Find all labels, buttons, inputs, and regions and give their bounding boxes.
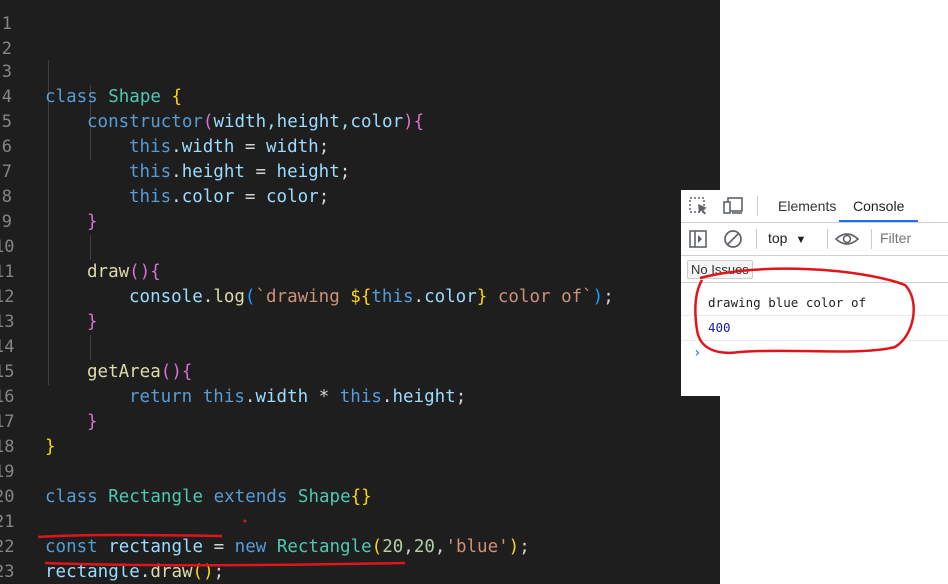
console-prompt[interactable]: › bbox=[681, 341, 948, 365]
devtools-panel: Elements Console top ▼ No Issues drawing … bbox=[681, 190, 948, 396]
device-toolbar-icon[interactable] bbox=[723, 196, 745, 216]
toolbar-divider bbox=[871, 229, 872, 249]
code-line[interactable]: 8 } bbox=[0, 160, 720, 232]
code-line[interactable]: 1 bbox=[0, 0, 720, 34]
console-number-output: 400 bbox=[708, 320, 731, 335]
code-line[interactable]: 14 getArea(){ bbox=[0, 310, 720, 382]
code-line[interactable]: 2 bbox=[0, 12, 720, 59]
inspect-element-icon[interactable] bbox=[688, 196, 710, 216]
line-number: 23 bbox=[0, 562, 15, 582]
prompt-chevron-icon: › bbox=[693, 345, 702, 361]
tab-console[interactable]: Console bbox=[839, 190, 919, 222]
eye-icon[interactable] bbox=[834, 229, 860, 249]
console-toolbar: top ▼ bbox=[681, 223, 948, 256]
code-line[interactable]: 6 this.height = height; bbox=[0, 110, 720, 182]
code-line[interactable]: 15 return this.width * this.height; bbox=[0, 335, 720, 407]
code-line[interactable]: 4 constructor(width,height,color){ bbox=[0, 60, 720, 132]
toolbar-divider bbox=[756, 229, 757, 249]
toolbar-divider bbox=[827, 229, 828, 249]
clear-console-icon[interactable] bbox=[722, 229, 744, 249]
code-line[interactable]: 7 this.color = color; bbox=[0, 135, 720, 207]
dropdown-arrow-icon: ▼ bbox=[795, 234, 807, 246]
code-editor[interactable]: 1 2 3 class Shape { 4 constructor(width,… bbox=[0, 0, 720, 584]
code-line[interactable]: 22 rectangle.draw(); bbox=[0, 510, 720, 582]
code-line[interactable]: 23 console.log(rectangle.getArea()); bbox=[0, 535, 720, 582]
console-log-text: drawing blue color of bbox=[708, 295, 867, 310]
code-line[interactable]: 21 const rectangle = new Rectangle(20,20… bbox=[0, 485, 720, 557]
filter-input[interactable] bbox=[877, 228, 948, 248]
issues-bar: No Issues bbox=[681, 256, 948, 283]
code-line[interactable]: 3 class Shape { bbox=[0, 35, 720, 107]
code-line[interactable]: 18 bbox=[0, 410, 720, 457]
context-label: top bbox=[768, 230, 788, 246]
code-line[interactable]: 16 } bbox=[0, 360, 720, 432]
console-message: drawing blue color of bbox=[681, 291, 948, 316]
code-line[interactable]: 10 draw(){ bbox=[0, 210, 720, 282]
code-line[interactable]: 9 bbox=[0, 185, 720, 232]
devtools-tab-bar: Elements Console bbox=[681, 190, 948, 223]
context-selector[interactable]: top ▼ bbox=[768, 230, 806, 246]
issues-button[interactable]: No Issues bbox=[687, 260, 753, 279]
code-line[interactable]: 13 bbox=[0, 285, 720, 332]
console-message: 400 bbox=[681, 316, 948, 341]
code-line[interactable]: 12 } bbox=[0, 260, 720, 332]
code-line[interactable]: 17 } bbox=[0, 385, 720, 457]
code-line[interactable]: 5 this.width = width; bbox=[0, 85, 720, 157]
sidebar-toggle-icon[interactable] bbox=[688, 229, 710, 249]
code-line[interactable]: 20 bbox=[0, 460, 720, 507]
code-line[interactable]: 11 console.log(`drawing ${this.color} co… bbox=[0, 235, 720, 307]
code-text: rectangle.draw(); bbox=[45, 562, 225, 582]
code-line[interactable]: 19 class Rectangle extends Shape{} bbox=[0, 435, 720, 507]
toolbar-divider bbox=[757, 196, 758, 216]
tab-elements[interactable]: Elements bbox=[778, 190, 836, 222]
